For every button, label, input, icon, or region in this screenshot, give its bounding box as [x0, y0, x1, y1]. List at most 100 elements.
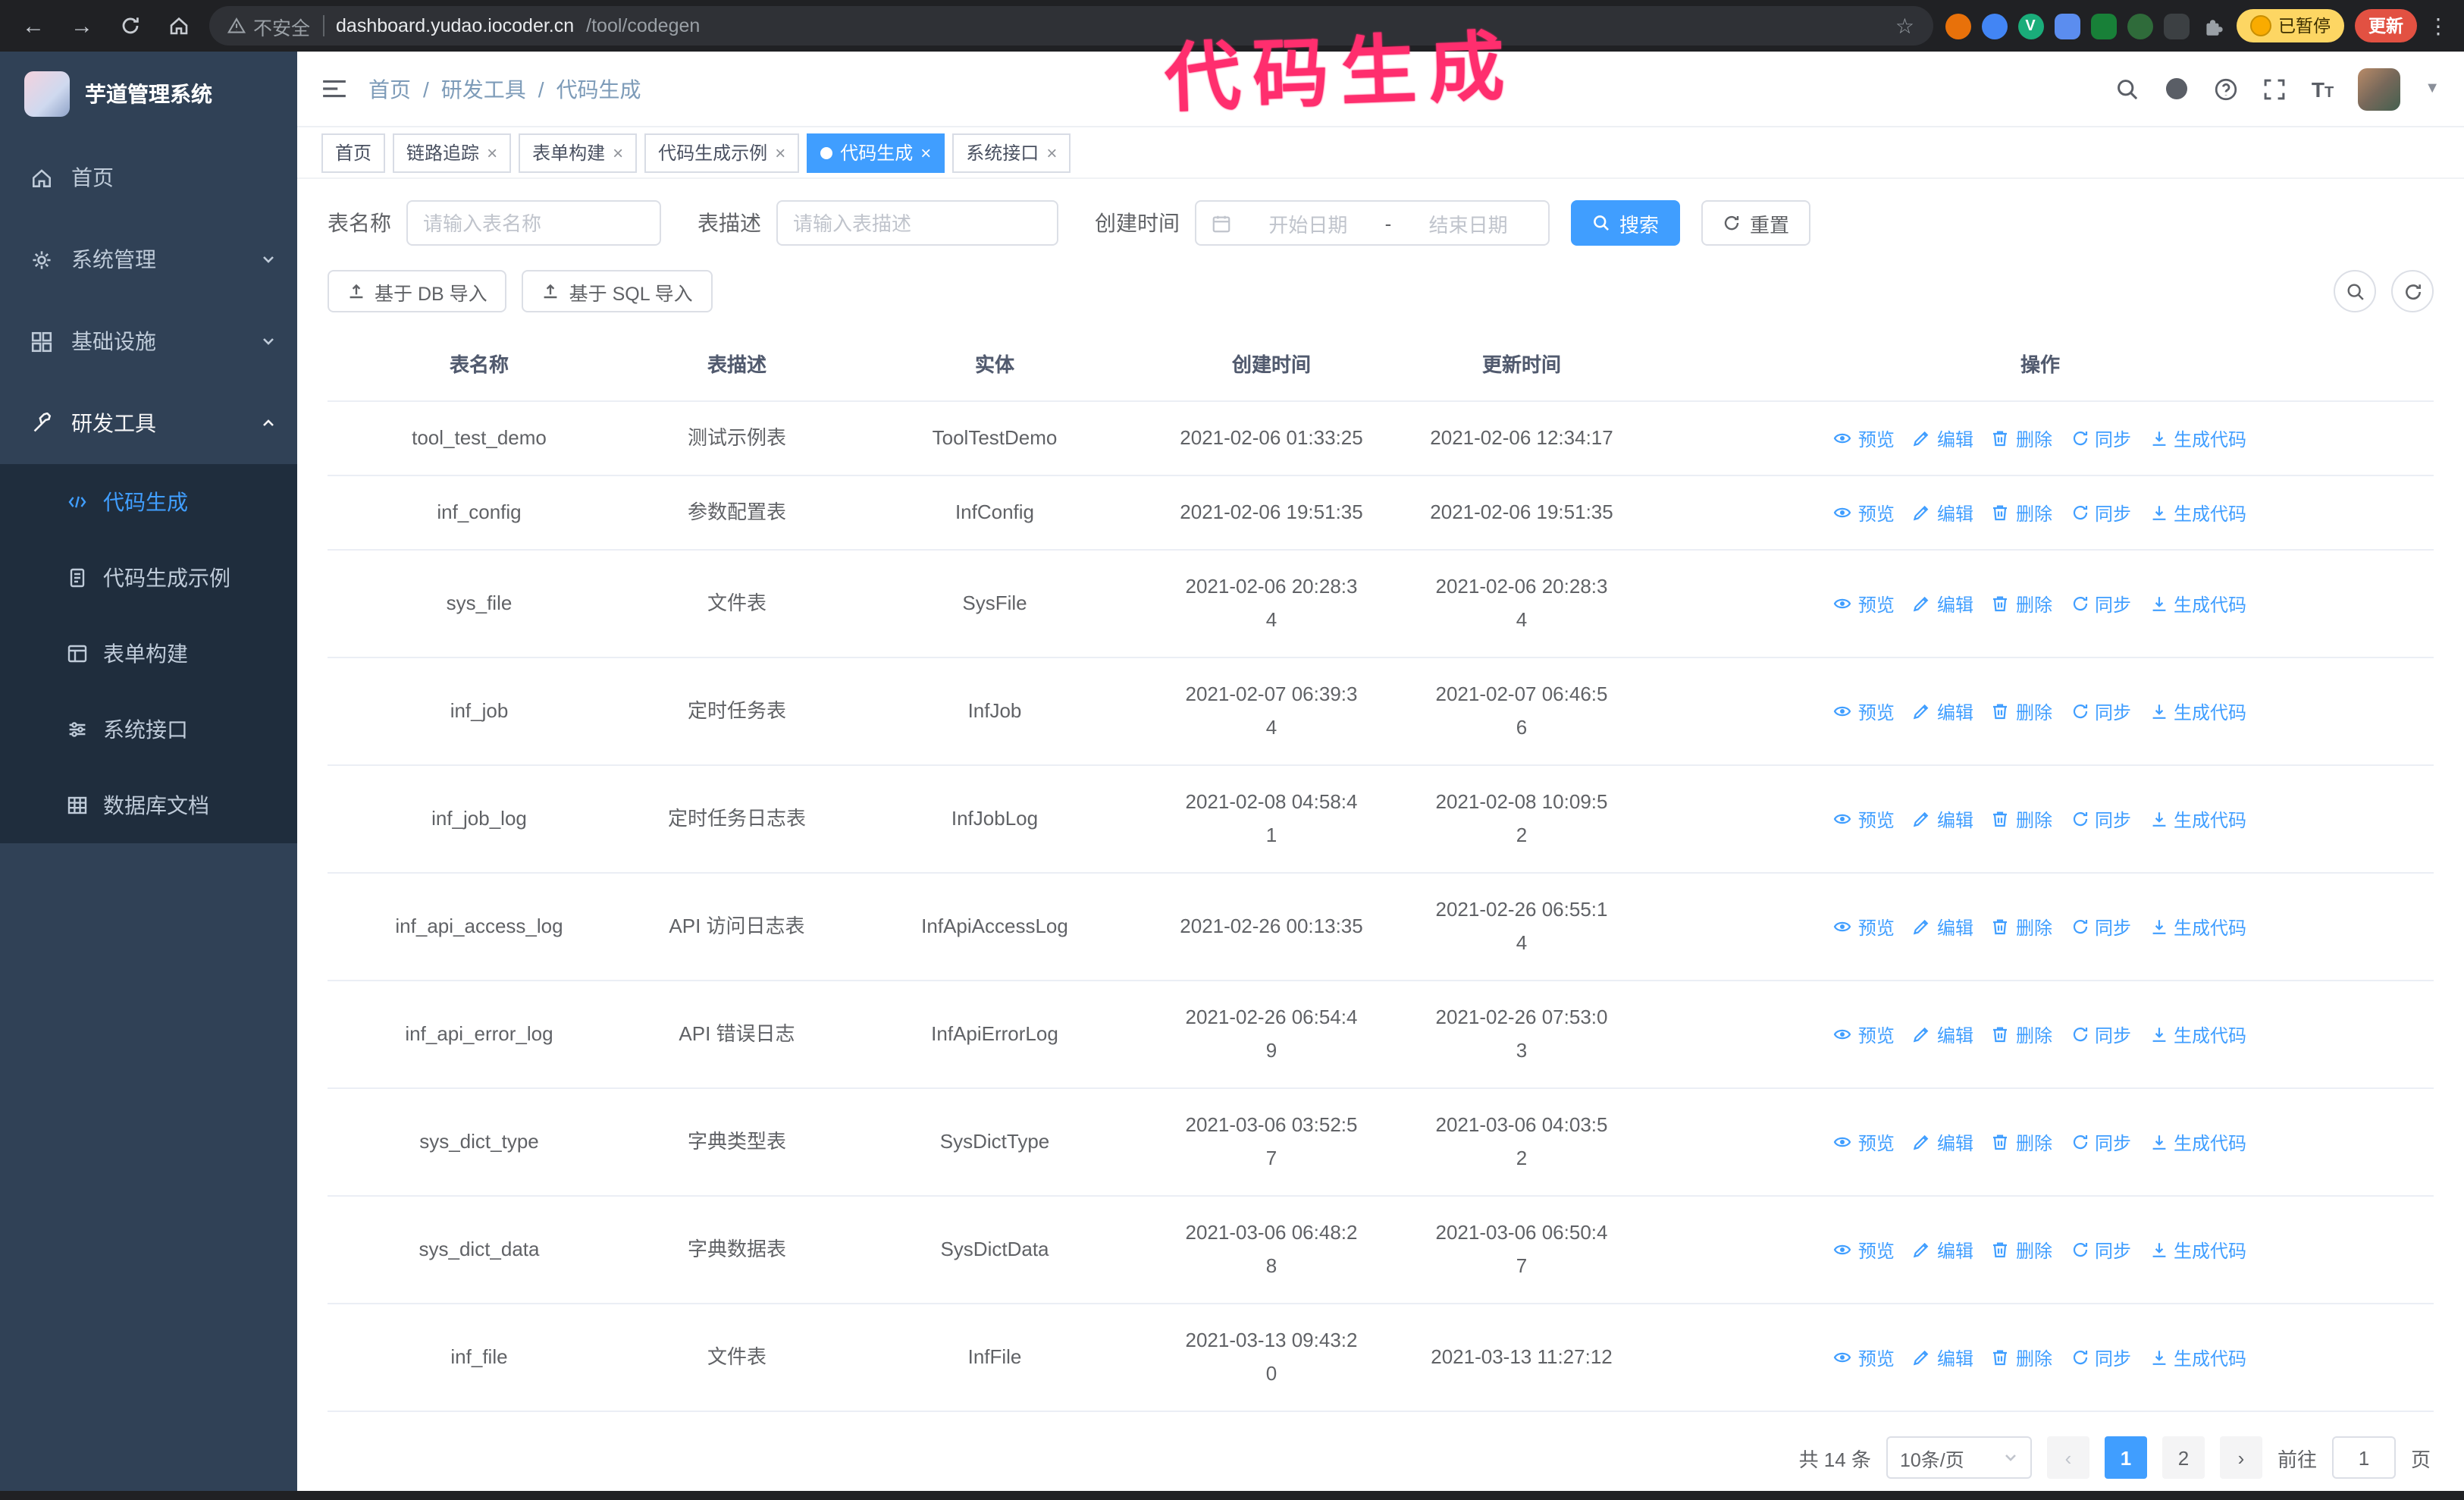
sync-link[interactable]: 同步: [2071, 425, 2131, 451]
breadcrumb-item[interactable]: 首页: [368, 74, 411, 104]
sync-link[interactable]: 同步: [2071, 1021, 2131, 1047]
toggle-search-button[interactable]: [2334, 270, 2376, 312]
tab-form-builder[interactable]: 表单构建 ×: [519, 133, 638, 172]
preview-link[interactable]: 预览: [1834, 806, 1895, 832]
generate-code-link[interactable]: 生成代码: [2149, 591, 2246, 617]
delete-link[interactable]: 删除: [1992, 500, 2052, 526]
edit-link[interactable]: 编辑: [1913, 500, 1973, 526]
extension-icon-1[interactable]: [1945, 13, 1970, 39]
profile-chip-paused[interactable]: 已暂停: [2236, 9, 2344, 42]
tab-home[interactable]: 首页: [321, 133, 386, 172]
delete-link[interactable]: 删除: [1992, 914, 2052, 940]
tab-api[interactable]: 系统接口 ×: [952, 133, 1071, 172]
sync-link[interactable]: 同步: [2071, 591, 2131, 617]
refresh-table-button[interactable]: [2391, 270, 2434, 312]
edit-link[interactable]: 编辑: [1913, 806, 1973, 832]
table-desc-input[interactable]: [776, 200, 1058, 246]
date-range-picker[interactable]: 开始日期 - 结束日期: [1195, 200, 1550, 246]
edit-link[interactable]: 编辑: [1913, 914, 1973, 940]
generate-code-link[interactable]: 生成代码: [2149, 425, 2246, 451]
table-name-input[interactable]: [406, 200, 661, 246]
goto-page-input[interactable]: [2331, 1436, 2396, 1479]
github-button[interactable]: [2165, 76, 2190, 102]
address-bar[interactable]: 不安全 dashboard.yudao.iocoder.cn /tool/cod…: [209, 6, 1933, 46]
page-size-select[interactable]: 10条/页: [1886, 1436, 2032, 1479]
delete-link[interactable]: 删除: [1992, 698, 2052, 724]
bookmark-star-icon[interactable]: ☆: [1895, 13, 1914, 39]
generate-code-link[interactable]: 生成代码: [2149, 698, 2246, 724]
generate-code-link[interactable]: 生成代码: [2149, 806, 2246, 832]
home-button[interactable]: [161, 8, 197, 44]
tab-codegen-example[interactable]: 代码生成示例 ×: [644, 133, 800, 172]
close-icon[interactable]: ×: [1046, 143, 1057, 162]
sync-link[interactable]: 同步: [2071, 1237, 2131, 1263]
fullscreen-button[interactable]: [2263, 77, 2287, 101]
preview-link[interactable]: 预览: [1834, 1345, 1895, 1370]
preview-link[interactable]: 预览: [1834, 591, 1895, 617]
extensions-puzzle-icon[interactable]: [2199, 13, 2225, 39]
generate-code-link[interactable]: 生成代码: [2149, 1129, 2246, 1155]
sync-link[interactable]: 同步: [2071, 914, 2131, 940]
delete-link[interactable]: 删除: [1992, 1237, 2052, 1263]
extension-icon-7[interactable]: [2163, 13, 2189, 39]
generate-code-link[interactable]: 生成代码: [2149, 914, 2246, 940]
security-indicator[interactable]: 不安全: [227, 11, 310, 40]
reload-button[interactable]: [112, 8, 149, 44]
import-db-button[interactable]: 基于 DB 导入: [328, 270, 507, 312]
edit-link[interactable]: 编辑: [1913, 1237, 1973, 1263]
sync-link[interactable]: 同步: [2071, 698, 2131, 724]
prev-page-button[interactable]: ‹: [2046, 1436, 2089, 1479]
user-avatar[interactable]: [2358, 67, 2401, 110]
edit-link[interactable]: 编辑: [1913, 1129, 1973, 1155]
delete-link[interactable]: 删除: [1992, 425, 2052, 451]
delete-link[interactable]: 删除: [1992, 1129, 2052, 1155]
breadcrumb-item[interactable]: 研发工具: [441, 74, 526, 104]
close-icon[interactable]: ×: [487, 143, 497, 162]
sidebar-item-infra[interactable]: 基础设施: [0, 300, 297, 382]
extension-icon-3[interactable]: V: [2017, 13, 2043, 39]
header-search-button[interactable]: [2116, 77, 2140, 101]
sync-link[interactable]: 同步: [2071, 1129, 2131, 1155]
sidebar-item-db-doc[interactable]: 数据库文档: [0, 767, 297, 843]
chevron-down-icon[interactable]: ▼: [2425, 80, 2440, 97]
logo[interactable]: 芋道管理系统: [0, 52, 297, 137]
delete-link[interactable]: 删除: [1992, 806, 2052, 832]
preview-link[interactable]: 预览: [1834, 1021, 1895, 1047]
sidebar-item-form-builder[interactable]: 表单构建: [0, 616, 297, 692]
edit-link[interactable]: 编辑: [1913, 591, 1973, 617]
search-button[interactable]: 搜索: [1571, 200, 1681, 246]
edit-link[interactable]: 编辑: [1913, 698, 1973, 724]
edit-link[interactable]: 编辑: [1913, 425, 1973, 451]
close-icon[interactable]: ×: [613, 143, 623, 162]
delete-link[interactable]: 删除: [1992, 1021, 2052, 1047]
browser-menu-icon[interactable]: ⋮: [2428, 13, 2449, 39]
forward-button[interactable]: →: [64, 8, 100, 44]
sidebar-item-system[interactable]: 系统管理: [0, 218, 297, 300]
chrome-update-button[interactable]: 更新: [2355, 9, 2417, 42]
generate-code-link[interactable]: 生成代码: [2149, 1021, 2246, 1047]
extension-icon-2[interactable]: [1981, 13, 2007, 39]
sidebar-item-home[interactable]: 首页: [0, 137, 297, 218]
font-size-button[interactable]: TT: [2312, 77, 2334, 101]
preview-link[interactable]: 预览: [1834, 698, 1895, 724]
help-button[interactable]: [2215, 77, 2239, 101]
tab-codegen[interactable]: 代码生成 ×: [807, 133, 945, 172]
preview-link[interactable]: 预览: [1834, 1129, 1895, 1155]
delete-link[interactable]: 删除: [1992, 1345, 2052, 1370]
page-button-1[interactable]: 1: [2104, 1436, 2147, 1479]
extension-icon-6[interactable]: [2127, 13, 2152, 39]
sync-link[interactable]: 同步: [2071, 806, 2131, 832]
generate-code-link[interactable]: 生成代码: [2149, 1237, 2246, 1263]
sync-link[interactable]: 同步: [2071, 500, 2131, 526]
generate-code-link[interactable]: 生成代码: [2149, 500, 2246, 526]
preview-link[interactable]: 预览: [1834, 1237, 1895, 1263]
preview-link[interactable]: 预览: [1834, 914, 1895, 940]
edit-link[interactable]: 编辑: [1913, 1345, 1973, 1370]
delete-link[interactable]: 删除: [1992, 591, 2052, 617]
import-sql-button[interactable]: 基于 SQL 导入: [522, 270, 713, 312]
sidebar-item-api[interactable]: 系统接口: [0, 692, 297, 767]
sidebar-item-codegen[interactable]: 代码生成: [0, 464, 297, 540]
sidebar-item-codegen-example[interactable]: 代码生成示例: [0, 540, 297, 616]
generate-code-link[interactable]: 生成代码: [2149, 1345, 2246, 1370]
extension-icon-4[interactable]: [2054, 13, 2080, 39]
